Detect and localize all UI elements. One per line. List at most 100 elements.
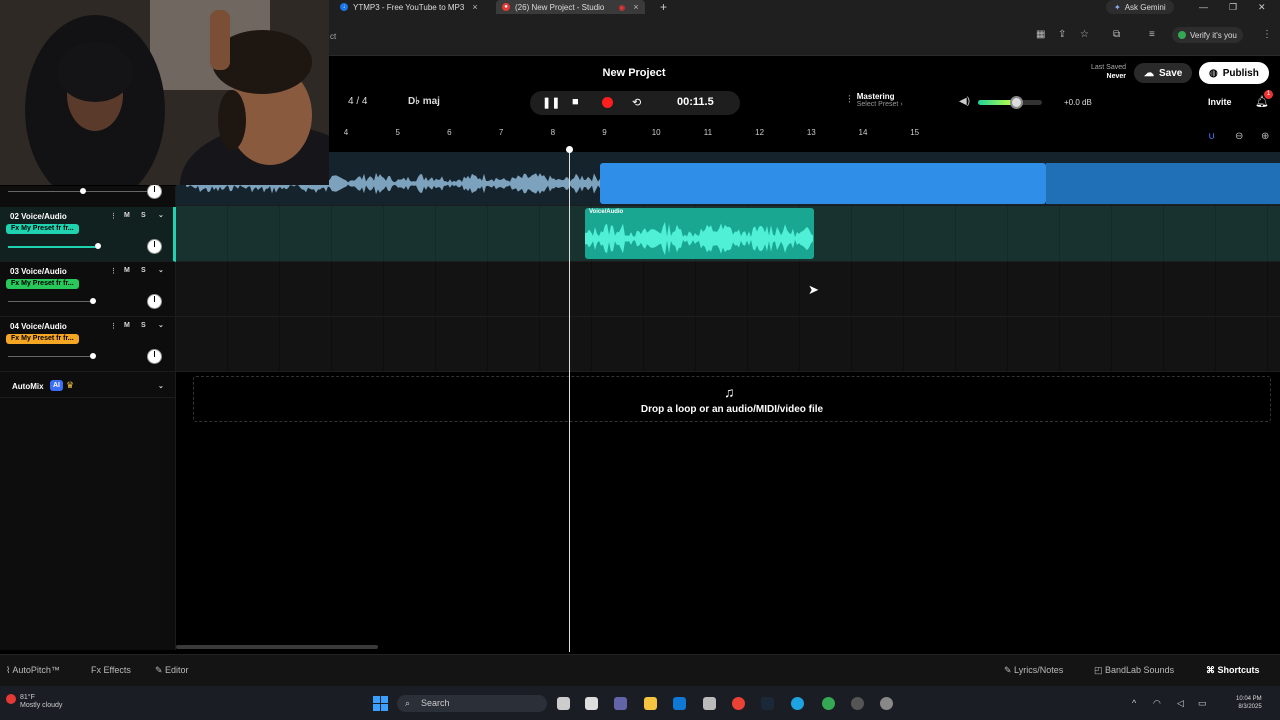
task-view-icon[interactable] <box>557 697 570 710</box>
track-pan-knob[interactable] <box>147 349 162 364</box>
taskbar-search[interactable]: ⌕ Search <box>397 695 547 712</box>
track-volume-slider[interactable] <box>8 356 93 357</box>
close-icon[interactable]: × <box>472 2 477 12</box>
track-pan-knob[interactable] <box>147 294 162 309</box>
chrome-icon[interactable] <box>732 697 745 710</box>
pause-icon[interactable]: ❚❚ <box>542 96 560 109</box>
solo-button[interactable]: S <box>141 212 146 219</box>
track-volume-slider[interactable] <box>8 246 98 248</box>
close-icon[interactable]: × <box>633 2 638 12</box>
track-name[interactable]: 02 Voice/Audio <box>10 212 67 221</box>
playhead[interactable] <box>569 148 570 652</box>
battery-icon[interactable]: ▭ <box>1198 698 1207 709</box>
mute-button[interactable]: M <box>124 212 130 219</box>
save-button[interactable]: ☁ Save <box>1134 63 1193 83</box>
tab-studio[interactable]: ● (26) New Project - Studio ◉ × <box>496 0 645 14</box>
track-01-pan-knob[interactable] <box>147 184 162 199</box>
shortcuts-button[interactable]: ⌘ Shortcuts <box>1206 665 1260 676</box>
track-volume-handle[interactable] <box>90 353 96 359</box>
voice-audio-clip[interactable] <box>585 208 814 259</box>
zoom-out-icon[interactable]: ⊖ <box>1235 131 1243 142</box>
key-signature[interactable]: D♭ maj <box>408 96 440 107</box>
wifi-icon[interactable]: ◠ <box>1153 698 1161 709</box>
mastering-button[interactable]: ⫶ Mastering Select Preset › <box>848 92 903 108</box>
system-clock[interactable]: 10:04 PM 8/3/2025 <box>1236 695 1262 711</box>
reading-list-icon[interactable]: ≡ <box>1149 29 1155 40</box>
track-name[interactable]: 04 Voice/Audio <box>10 322 67 331</box>
lane-track-03[interactable] <box>176 262 1280 317</box>
restore-icon[interactable]: ❐ <box>1229 0 1237 14</box>
solo-button[interactable]: S <box>141 322 146 329</box>
autopitch-button[interactable]: ⌇ AutoPitch™ <box>6 665 60 676</box>
weather-widget[interactable]: 81°F Mostly cloudy <box>20 694 62 710</box>
horizontal-scrollbar[interactable] <box>176 645 378 649</box>
chevron-down-icon[interactable]: ⌄ <box>158 211 164 219</box>
record-icon[interactable] <box>602 97 613 108</box>
fx-preset-chip[interactable]: Fx My Preset fr fr... <box>6 334 79 344</box>
track-menu-icon[interactable]: ⋮ <box>110 322 117 330</box>
tray-chevron-icon[interactable]: ^ <box>1132 698 1136 708</box>
mute-button[interactable]: M <box>124 322 130 329</box>
zoom-in-icon[interactable]: ⊕ <box>1261 131 1269 142</box>
app-icon[interactable] <box>703 697 716 710</box>
save-label: Save <box>1159 67 1183 79</box>
track-01-clip[interactable] <box>600 163 1046 204</box>
chevron-down-icon[interactable]: ⌄ <box>158 266 164 274</box>
bandlab-sounds-button[interactable]: ◰ BandLab Sounds <box>1094 665 1174 676</box>
verify-profile-button[interactable]: Verify it's you <box>1172 27 1243 43</box>
settings-icon[interactable] <box>880 697 893 710</box>
loop-icon[interactable]: ⟲ <box>632 96 641 109</box>
ask-gemini-button[interactable]: ✦ Ask Gemini <box>1106 0 1174 14</box>
tab-ytmp3[interactable]: ↓ YTMP3 - Free YouTube to MP3 × <box>340 0 478 14</box>
extensions-icon[interactable]: ⧉ <box>1113 29 1120 40</box>
chrome-profile-icon[interactable] <box>822 697 835 710</box>
lyrics-notes-button[interactable]: ✎ Lyrics/Notes <box>1004 665 1063 676</box>
obs-icon[interactable] <box>851 697 864 710</box>
notification-badge: 1 <box>1264 90 1273 99</box>
install-app-icon[interactable]: ▦ <box>1036 29 1045 40</box>
solo-button[interactable]: S <box>141 267 146 274</box>
chevron-down-icon[interactable]: ⌄ <box>158 382 164 390</box>
edge-icon[interactable] <box>791 697 804 710</box>
chevron-down-icon[interactable]: ⌄ <box>158 321 164 329</box>
speaker-mute-icon[interactable]: ◀) <box>959 96 970 107</box>
editor-button[interactable]: ✎ Editor <box>155 665 189 676</box>
teams-icon[interactable] <box>614 697 627 710</box>
playhead-handle[interactable] <box>566 146 573 153</box>
lane-track-04[interactable] <box>176 317 1280 372</box>
invite-button[interactable]: Invite <box>1208 97 1232 107</box>
editor-label: Editor <box>165 665 189 675</box>
volume-icon[interactable]: ◁ <box>1177 698 1184 709</box>
fx-preset-chip[interactable]: Fx My Preset fr fr... <box>6 279 79 289</box>
bookmark-star-icon[interactable]: ☆ <box>1080 29 1089 40</box>
timeline-ruler[interactable] <box>330 124 1280 152</box>
mute-button[interactable]: M <box>124 267 130 274</box>
track-volume-handle[interactable] <box>95 243 101 249</box>
minimize-icon[interactable]: — <box>1199 0 1208 14</box>
browser-menu-icon[interactable]: ⋮ <box>1262 29 1272 40</box>
pencil-icon: ✎ <box>155 665 166 675</box>
window-close-icon[interactable]: ✕ <box>1258 0 1266 14</box>
track-menu-icon[interactable]: ⋮ <box>110 212 117 220</box>
track-pan-knob[interactable] <box>147 239 162 254</box>
time-signature[interactable]: 4 / 4 <box>348 96 367 107</box>
track-volume-slider[interactable] <box>8 301 93 302</box>
effects-button[interactable]: Fx Effects <box>91 665 131 675</box>
snap-magnet-icon[interactable]: ∪ <box>1208 131 1215 142</box>
track-volume-handle[interactable] <box>90 298 96 304</box>
steam-icon[interactable] <box>761 697 774 710</box>
project-title[interactable]: New Project <box>580 67 688 79</box>
publish-button[interactable]: ◍ Publish <box>1199 62 1269 84</box>
outlook-icon[interactable] <box>673 697 686 710</box>
share-icon[interactable]: ⇪ <box>1058 29 1066 40</box>
track-name[interactable]: 03 Voice/Audio <box>10 267 67 276</box>
file-explorer-icon[interactable] <box>644 697 657 710</box>
widgets-icon[interactable] <box>585 697 598 710</box>
address-input[interactable]: ct <box>330 32 336 41</box>
track-menu-icon[interactable]: ⋮ <box>110 267 117 275</box>
windows-start-icon[interactable] <box>373 696 388 711</box>
fx-preset-chip[interactable]: Fx My Preset fr fr... <box>6 224 79 234</box>
track-01-volume-handle[interactable] <box>80 188 86 194</box>
stop-icon[interactable]: ■ <box>572 96 579 108</box>
new-tab-icon[interactable]: + <box>660 0 667 14</box>
